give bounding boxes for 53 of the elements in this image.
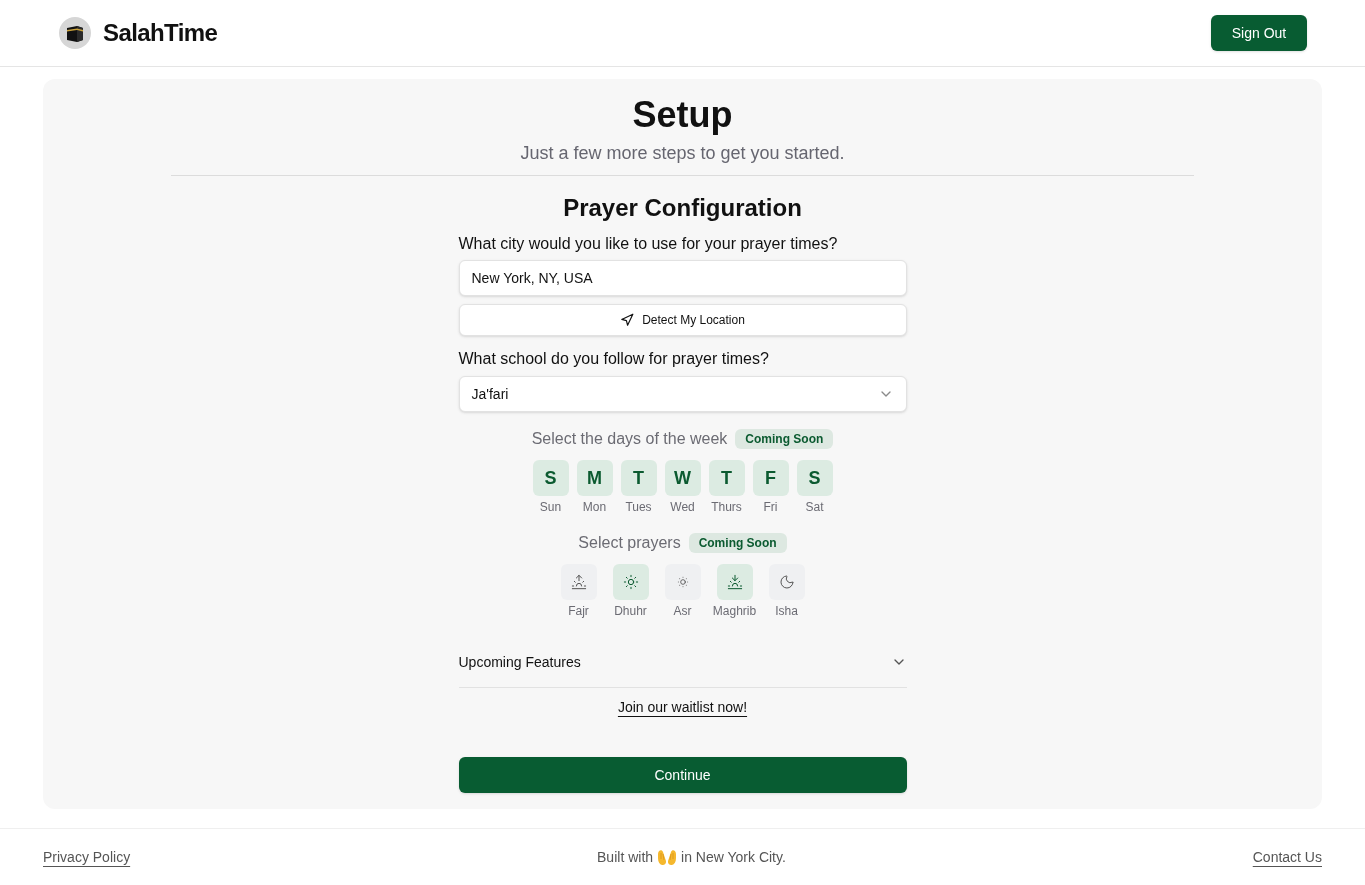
prayer-name: Maghrib xyxy=(712,603,757,619)
detect-location-button[interactable]: Detect My Location xyxy=(458,304,907,336)
sign-out-button[interactable]: Sign Out xyxy=(1211,15,1307,51)
city-input[interactable]: New York, NY, USA xyxy=(458,260,907,296)
moon-icon xyxy=(778,574,795,590)
footer-text: in New York City. xyxy=(681,848,786,867)
prayer-toggle[interactable] xyxy=(768,564,805,600)
city-label: What city would you like to use for your prayer times? xyxy=(458,234,839,254)
prayer-name: Dhuhr xyxy=(614,603,647,619)
day-name: Thurs xyxy=(711,499,742,515)
prayer-name: Asr xyxy=(673,603,692,619)
school-select[interactable]: Ja'fari xyxy=(458,376,907,412)
brand-name: SalahTime xyxy=(103,18,218,48)
day-toggle[interactable]: W xyxy=(664,460,701,496)
sunrise-icon xyxy=(570,574,587,590)
prayer-toggle[interactable] xyxy=(664,564,701,600)
prayer-toggle[interactable] xyxy=(612,564,649,600)
school-label: What school do you follow for prayer times? xyxy=(458,349,770,369)
day-toggle[interactable]: S xyxy=(532,460,569,496)
day-name: Sat xyxy=(805,499,824,515)
day-toggle[interactable]: M xyxy=(576,460,613,496)
day-toggle[interactable]: F xyxy=(752,460,789,496)
day-name: Sun xyxy=(539,499,562,515)
sun-icon xyxy=(622,574,639,590)
day-name: Tues xyxy=(625,499,652,515)
day-name: Mon xyxy=(582,499,607,515)
page-subtitle: Just a few more steps to get you started. xyxy=(520,142,845,165)
day-toggle[interactable]: T xyxy=(708,460,745,496)
day-toggle[interactable]: S xyxy=(796,460,833,496)
coming-soon-badge: Coming Soon xyxy=(688,533,787,553)
continue-button[interactable]: Continue xyxy=(458,757,907,793)
sunset-icon xyxy=(726,574,743,590)
hands-icon xyxy=(657,848,678,866)
prayer-name: Isha xyxy=(775,603,798,619)
navigation-arrow-icon xyxy=(620,313,635,327)
prayer-name: Fajr xyxy=(568,603,589,619)
upcoming-features-accordion[interactable]: Upcoming Features xyxy=(458,636,907,688)
prayer-toggle[interactable] xyxy=(560,564,597,600)
prayer-toggle[interactable] xyxy=(716,564,753,600)
days-label: Select the days of the week xyxy=(531,429,728,449)
day-name: Fri xyxy=(763,499,778,515)
section-title: Prayer Configuration xyxy=(562,193,803,223)
kaaba-logo-icon xyxy=(59,17,91,49)
waitlist-link[interactable]: Join our waitlist now! xyxy=(617,697,748,717)
dim-sun-icon xyxy=(675,575,690,589)
prayers-label: Select prayers xyxy=(578,533,681,553)
contact-us-link[interactable]: Contact Us xyxy=(1252,847,1322,867)
day-toggle[interactable]: T xyxy=(620,460,657,496)
footer-text: Built with xyxy=(597,848,654,867)
privacy-policy-link[interactable]: Privacy Policy xyxy=(43,847,131,867)
page-title: Setup xyxy=(632,95,733,135)
coming-soon-badge: Coming Soon xyxy=(735,429,834,449)
day-name: Wed xyxy=(670,499,695,515)
